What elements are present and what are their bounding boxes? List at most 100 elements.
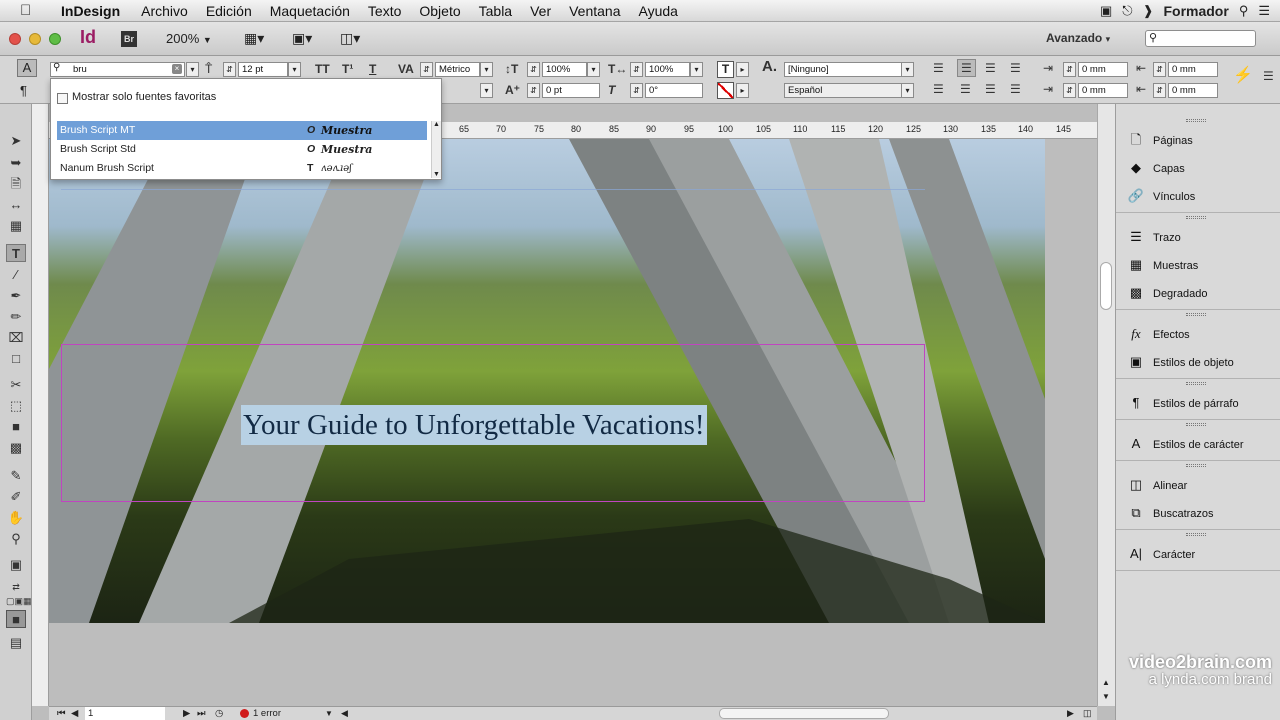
menu-tabla[interactable]: Tabla xyxy=(470,0,521,22)
screen-mode-toggle-icon[interactable]: ▤ xyxy=(6,634,26,652)
scroll-up-icon[interactable]: ▲ xyxy=(1102,678,1110,687)
workspace-select[interactable]: Avanzado ▾ xyxy=(1046,31,1110,45)
right-indent-stepper[interactable]: ⇵ xyxy=(1153,62,1166,77)
all-caps-icon[interactable]: TT xyxy=(315,62,330,76)
align-center-icon[interactable]: ☰ xyxy=(957,59,976,77)
panel-grip[interactable] xyxy=(1186,216,1206,219)
free-transform-tool-icon[interactable]: ⬚ xyxy=(6,397,26,415)
fill-swatch-dropdown[interactable]: ▸ xyxy=(736,62,749,77)
zoom-level-select[interactable]: 200% ▼ xyxy=(166,31,212,46)
justify-left-icon[interactable]: ☰ xyxy=(933,82,944,96)
panel-caracter[interactable]: A| Carácter xyxy=(1126,543,1276,565)
justify-center-icon[interactable]: ☰ xyxy=(960,82,971,96)
rectangle-tool-icon[interactable]: □ xyxy=(6,350,26,368)
font-search-input[interactable]: bru xyxy=(50,62,185,77)
time-machine-icon[interactable]: ⎋ xyxy=(1122,3,1132,19)
gradient-feather-tool-icon[interactable]: ▩ xyxy=(6,439,26,457)
scissors-tool-icon[interactable]: ✂ xyxy=(6,376,26,394)
align-right-icon[interactable]: ☰ xyxy=(985,61,996,75)
scroll-down-icon[interactable]: ▼ xyxy=(1102,692,1110,701)
panel-grip[interactable] xyxy=(1186,423,1206,426)
last-line-field[interactable]: 0 mm xyxy=(1168,83,1218,98)
page-tool-icon[interactable]: 🗎 xyxy=(6,175,26,193)
panel-grip[interactable] xyxy=(1186,533,1206,536)
character-mode-button[interactable]: A xyxy=(17,59,37,77)
font-list-scrollbar[interactable]: ▲ ▼ xyxy=(431,121,441,178)
horizontal-scroll-thumb[interactable] xyxy=(719,708,889,719)
horizontal-scale-dropdown[interactable]: ▾ xyxy=(690,62,703,77)
clear-search-icon[interactable]: × xyxy=(172,64,182,74)
horizontal-scale-field[interactable]: 100% xyxy=(645,62,690,77)
fill-text-icon[interactable]: T xyxy=(717,61,734,78)
panel-estilos-caracter[interactable]: A Estilos de carácter xyxy=(1126,433,1276,455)
panel-alinear[interactable]: ◫ Alinear xyxy=(1126,474,1276,496)
scroll-thumb[interactable] xyxy=(1100,262,1112,310)
apply-color-icon[interactable]: ▢▣▦ xyxy=(6,592,32,610)
paragraph-mode-button[interactable]: ¶ xyxy=(20,83,27,98)
underline-icon[interactable]: T xyxy=(369,62,376,76)
kerning-dropdown[interactable]: ▾ xyxy=(480,62,493,77)
baseline-field[interactable]: 0 pt xyxy=(542,83,600,98)
superscript-icon[interactable]: T¹ xyxy=(342,62,353,76)
list-icon[interactable]: ☰ xyxy=(1258,3,1270,19)
panel-paginas[interactable]: 🗋 Páginas xyxy=(1126,129,1276,151)
first-line-field[interactable]: 0 mm xyxy=(1078,83,1128,98)
help-search-input[interactable]: ⚲ xyxy=(1145,30,1256,47)
right-indent-field[interactable]: 0 mm xyxy=(1168,62,1218,77)
content-collector-icon[interactable]: ▦ xyxy=(6,217,26,235)
justify-right-icon[interactable]: ☰ xyxy=(985,82,996,96)
character-style-select[interactable]: [Ninguno] xyxy=(784,62,902,77)
hand-tool-icon[interactable]: ✋ xyxy=(6,509,26,527)
screen-record-icon[interactable]: ▣ xyxy=(1100,3,1112,19)
justify-all-icon[interactable]: ☰ xyxy=(1010,82,1021,96)
pencil-tool-icon[interactable]: ✏ xyxy=(6,308,26,326)
align-left-icon[interactable]: ☰ xyxy=(933,61,944,75)
quick-apply-icon[interactable]: ⚡ xyxy=(1233,68,1253,84)
menu-objeto[interactable]: Objeto xyxy=(410,0,469,22)
baseline-stepper[interactable]: ⇵ xyxy=(527,83,540,98)
panel-grip[interactable] xyxy=(1186,119,1206,122)
page-number-field[interactable]: 1 xyxy=(85,707,165,720)
horizontal-scale-stepper[interactable]: ⇵ xyxy=(630,62,643,77)
app-menu[interactable]: InDesign xyxy=(52,0,129,22)
tracking-dropdown[interactable]: ▾ xyxy=(480,83,493,98)
align-towards-spine-icon[interactable]: ☰ xyxy=(1010,61,1021,75)
rectangle-frame-tool-icon[interactable]: ⌧ xyxy=(6,329,26,347)
normal-view-icon[interactable]: ■ xyxy=(6,610,26,628)
vertical-scale-field[interactable]: 100% xyxy=(542,62,587,77)
close-window-button[interactable] xyxy=(9,33,21,45)
font-option-brush-script-mt[interactable]: Brush Script MT O Muestra xyxy=(57,121,427,140)
left-indent-stepper[interactable]: ⇵ xyxy=(1063,62,1076,77)
split-view-icon[interactable]: ◫ xyxy=(1083,707,1092,720)
previous-page-icon[interactable]: ◀ xyxy=(71,707,78,720)
zoom-window-button[interactable] xyxy=(49,33,61,45)
font-option-brush-script-std[interactable]: Brush Script Std O Muestra xyxy=(57,140,427,159)
line-tool-icon[interactable]: ∕ xyxy=(6,266,26,284)
note-tool-icon[interactable]: ✎ xyxy=(6,467,26,485)
minimize-window-button[interactable] xyxy=(29,33,41,45)
zoom-tool-icon[interactable]: ⚲ xyxy=(6,530,26,548)
skew-stepper[interactable]: ⇵ xyxy=(630,83,643,98)
scroll-right-icon[interactable]: ▶ xyxy=(1067,707,1074,720)
forward-icon[interactable]: ❱ xyxy=(1143,3,1154,19)
favorites-checkbox[interactable] xyxy=(57,93,68,104)
panel-degradado[interactable]: ▩ Degradado xyxy=(1126,282,1276,304)
headline-text[interactable]: Your Guide to Unforgettable Vacations! xyxy=(241,405,707,445)
menu-ver[interactable]: Ver xyxy=(521,0,560,22)
font-option-nanum-brush-script[interactable]: Nanum Brush Script T ʌəʌɹəʃ xyxy=(57,159,427,178)
apple-icon[interactable]:  xyxy=(20,0,36,22)
menu-maquetacion[interactable]: Maquetación xyxy=(261,0,359,22)
font-list-popup[interactable]: Mostrar solo fuentes favoritas Brush Scr… xyxy=(50,78,442,180)
panel-grip[interactable] xyxy=(1186,382,1206,385)
vertical-ruler[interactable] xyxy=(32,104,49,706)
panel-capas[interactable]: ◆ Capas xyxy=(1126,157,1276,179)
background-photo[interactable] xyxy=(49,139,1045,623)
bridge-button[interactable]: Br xyxy=(121,31,137,47)
menu-ventana[interactable]: Ventana xyxy=(560,0,629,22)
first-page-icon[interactable]: ⏮ xyxy=(57,707,66,720)
view-options-icon[interactable]: ▦▾ xyxy=(244,30,264,47)
arrange-documents-icon[interactable]: ◫▾ xyxy=(340,30,360,47)
open-page-icon[interactable]: ◷ xyxy=(215,707,223,720)
stroke-swatch-dropdown[interactable]: ▸ xyxy=(736,83,749,98)
panel-muestras[interactable]: ▦ Muestras xyxy=(1126,254,1276,276)
